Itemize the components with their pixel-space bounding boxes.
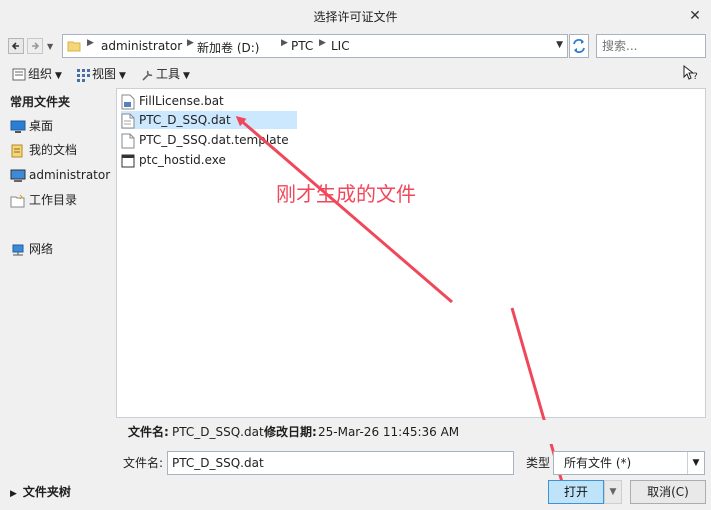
file-type-select[interactable]: 所有文件 (*) ▼ (553, 451, 705, 475)
info-modified-label: 修改日期: (264, 425, 317, 439)
folder-tree-label: 文件夹树 (22, 485, 71, 499)
open-options-dropdown[interactable]: ▼ (604, 480, 622, 504)
expand-arrow-icon: ▶ (10, 489, 17, 499)
arrow-to-file (235, 116, 453, 304)
details-bar: 文件名: PTC_D_SSQ.dat 修改日期: 25-Mar-26 11:45… (116, 420, 706, 444)
folder-tree-toggle[interactable]: ▶ 文件夹树 (10, 485, 71, 501)
filename-label: 文件名: (123, 456, 164, 470)
info-filename: PTC_D_SSQ.dat (172, 425, 264, 439)
cancel-button[interactable]: 取消(C) (630, 480, 706, 504)
annotation-text: 刚才生成的文件 (276, 182, 416, 206)
info-modified: 25-Mar-26 11:45:36 AM (318, 425, 460, 439)
filename-input[interactable] (167, 451, 514, 475)
type-label: 类型 (526, 456, 551, 470)
file-type-value: 所有文件 (*) (564, 456, 632, 470)
open-button[interactable]: 打开 (548, 480, 604, 504)
chevron-down-icon: ▼ (687, 452, 704, 474)
info-filename-label: 文件名: (128, 425, 169, 439)
